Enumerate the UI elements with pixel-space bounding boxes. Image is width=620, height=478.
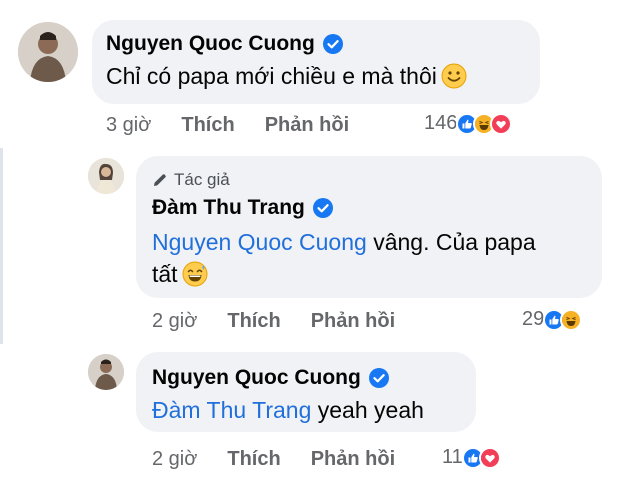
comment-text-line2: tất [152, 258, 208, 290]
comment-author[interactable]: Đàm Thu Trang [152, 196, 333, 220]
like-button[interactable]: Thích [227, 310, 280, 333]
comment-author[interactable]: Nguyen Quoc Cuong [152, 366, 389, 390]
comment-text: Đàm Thu Trang yeah yeah [152, 394, 424, 426]
reaction-count[interactable]: 29 [522, 308, 544, 331]
author-label: Tác giả [152, 170, 230, 190]
reaction-count[interactable]: 11 [442, 446, 463, 469]
comment-timestamp[interactable]: 2 giờ [152, 310, 197, 333]
comment-actions: 2 giờ Thích Phản hồi [152, 448, 395, 471]
comment-text: Chỉ có papa mới chiều e mà thôi [106, 60, 467, 92]
author-name[interactable]: Đàm Thu Trang [152, 196, 305, 220]
author-badge: Tác giả [174, 170, 230, 189]
avatar-photo-icon [18, 22, 78, 82]
verified-badge-icon [322, 34, 343, 54]
reply-button[interactable]: Phản hồi [265, 114, 349, 137]
avatar[interactable] [88, 158, 124, 194]
comment-author[interactable]: Nguyen Quoc Cuong [106, 32, 343, 56]
comment-body: Chỉ có papa mới chiều e mà thôi [106, 63, 437, 89]
verified-badge-icon [312, 198, 333, 218]
comment-body: yeah yeah [311, 397, 424, 423]
comment-actions: 3 giờ Thích Phản hồi [106, 114, 349, 137]
reply-thread-line [0, 148, 3, 344]
like-button[interactable]: Thích [181, 114, 234, 137]
reaction-summary[interactable]: 29 [522, 308, 583, 331]
love-reaction-icon [490, 112, 513, 135]
avatar-photo-icon [88, 354, 124, 390]
grinning-sweat-emoji [182, 261, 208, 287]
reply-button[interactable]: Phản hồi [311, 448, 395, 471]
author-name[interactable]: Nguyen Quoc Cuong [152, 366, 361, 390]
smiling-face-emoji [441, 63, 467, 89]
mention-link[interactable]: Nguyen Quoc Cuong [152, 229, 367, 255]
reaction-summary[interactable]: 11 [442, 446, 501, 469]
mention-link[interactable]: Đàm Thu Trang [152, 397, 311, 423]
comment-actions: 2 giờ Thích Phản hồi [152, 310, 395, 333]
verified-badge-icon [368, 368, 389, 388]
comment-body: vâng. Của papa [366, 229, 536, 255]
comment-body: tất [152, 261, 178, 287]
avatar-photo-icon [88, 158, 124, 194]
author-name[interactable]: Nguyen Quoc Cuong [106, 32, 315, 56]
reply-button[interactable]: Phản hồi [311, 310, 395, 333]
haha-reaction-icon [560, 308, 583, 331]
reaction-summary[interactable]: 146 [424, 112, 513, 135]
avatar[interactable] [18, 22, 78, 82]
reaction-count[interactable]: 146 [424, 112, 457, 135]
pencil-icon [152, 172, 168, 188]
comment-text: Nguyen Quoc Cuong vâng. Của papa [152, 226, 536, 258]
comment-timestamp[interactable]: 2 giờ [152, 448, 197, 471]
love-reaction-icon [478, 446, 501, 469]
comment-timestamp[interactable]: 3 giờ [106, 114, 151, 137]
like-button[interactable]: Thích [227, 448, 280, 471]
avatar[interactable] [88, 354, 124, 390]
